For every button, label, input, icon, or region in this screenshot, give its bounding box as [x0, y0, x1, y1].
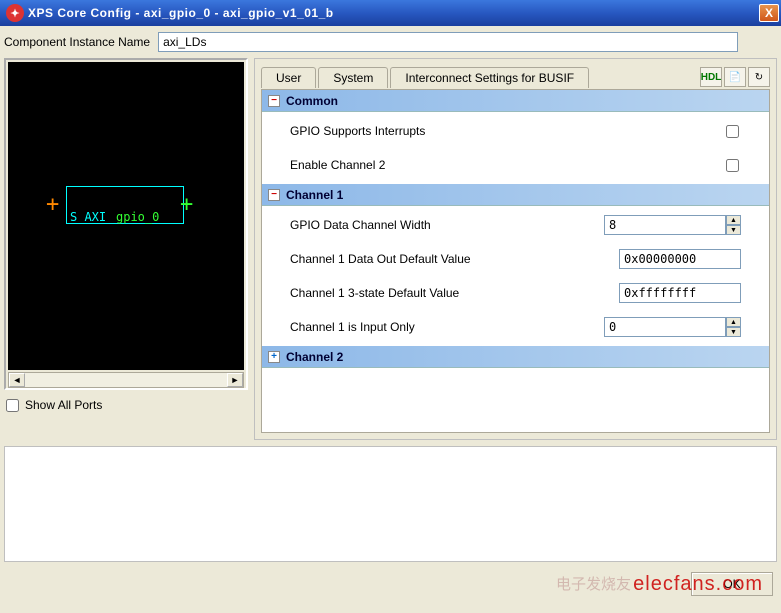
section-channel2-header[interactable]: + Channel 2 [262, 346, 769, 368]
ch1-width-input[interactable] [604, 215, 726, 235]
show-all-ports-label: Show All Ports [25, 398, 102, 412]
port-label-gpio: gpio_0 [116, 210, 159, 224]
ch1-dout-label: Channel 1 Data Out Default Value [290, 252, 619, 266]
input-port-icon: + [46, 192, 59, 217]
section-channel1-body: GPIO Data Channel Width ▲ ▼ Channel 1 Da… [262, 206, 769, 346]
scroll-left-button[interactable]: ◄ [9, 373, 25, 387]
spin-down-icon[interactable]: ▼ [726, 225, 741, 235]
section-channel2-title: Channel 2 [286, 350, 343, 364]
ch1-tristate-input[interactable] [619, 283, 741, 303]
scroll-track[interactable] [25, 373, 227, 387]
tab-interconnect[interactable]: Interconnect Settings for BUSIF [390, 67, 589, 88]
show-all-ports-checkbox[interactable] [6, 399, 19, 412]
preview-panel: + S_AXI gpio_0 + ◄ ► Show All Ports [4, 58, 248, 440]
tab-bar: User System Interconnect Settings for BU… [261, 65, 770, 89]
collapse-icon: − [268, 189, 280, 201]
config-panel: User System Interconnect Settings for BU… [254, 58, 777, 440]
ch1-dout-input[interactable] [619, 249, 741, 269]
section-common-header[interactable]: − Common [262, 90, 769, 112]
datasheet-icon[interactable]: 📄 [724, 67, 746, 87]
gpio-interrupts-checkbox[interactable] [726, 125, 739, 138]
window-title: XPS Core Config - axi_gpio_0 - axi_gpio_… [28, 6, 759, 20]
tab-user[interactable]: User [261, 67, 316, 88]
ok-button[interactable]: OK [691, 572, 773, 596]
collapse-icon: − [268, 95, 280, 107]
tab-system[interactable]: System [318, 67, 388, 88]
dialog-button-row: 电子发烧友 OK elecfans.com [0, 562, 781, 596]
spin-up-icon[interactable]: ▲ [726, 215, 741, 225]
app-logo-icon: ✦ [6, 4, 24, 22]
watermark-cn: 电子发烧友 [556, 573, 631, 594]
enable-ch2-label: Enable Channel 2 [290, 158, 726, 172]
block-preview-canvas: + S_AXI gpio_0 + [8, 62, 244, 370]
ch1-tristate-label: Channel 1 3-state Default Value [290, 286, 619, 300]
port-label-saxi: S_AXI [70, 210, 106, 224]
titlebar: ✦ XPS Core Config - axi_gpio_0 - axi_gpi… [0, 0, 781, 26]
section-channel1-title: Channel 1 [286, 188, 343, 202]
ch1-width-spinner[interactable]: ▲ ▼ [604, 215, 741, 235]
instance-name-input[interactable] [158, 32, 738, 52]
instance-name-row: Component Instance Name [0, 26, 781, 58]
section-common-title: Common [286, 94, 338, 108]
ch1-input-only-label: Channel 1 is Input Only [290, 320, 604, 334]
section-common-body: GPIO Supports Interrupts Enable Channel … [262, 112, 769, 184]
ch1-input-only-input[interactable] [604, 317, 726, 337]
hdl-button[interactable]: HDL [700, 67, 722, 87]
close-button[interactable]: X [759, 4, 779, 22]
ch1-input-only-spinner[interactable]: ▲ ▼ [604, 317, 741, 337]
enable-ch2-checkbox[interactable] [726, 159, 739, 172]
spin-up-icon[interactable]: ▲ [726, 317, 741, 327]
spin-down-icon[interactable]: ▼ [726, 327, 741, 337]
refresh-icon[interactable]: ↻ [748, 67, 770, 87]
tab-content: − Common GPIO Supports Interrupts Enable… [261, 89, 770, 433]
preview-horizontal-scrollbar[interactable]: ◄ ► [8, 372, 244, 388]
ch1-width-label: GPIO Data Channel Width [290, 218, 604, 232]
output-port-icon: + [180, 192, 193, 217]
description-textarea[interactable] [4, 446, 777, 562]
expand-icon: + [268, 351, 280, 363]
instance-name-label: Component Instance Name [4, 35, 150, 49]
section-channel1-header[interactable]: − Channel 1 [262, 184, 769, 206]
scroll-right-button[interactable]: ► [227, 373, 243, 387]
gpio-interrupts-label: GPIO Supports Interrupts [290, 124, 726, 138]
